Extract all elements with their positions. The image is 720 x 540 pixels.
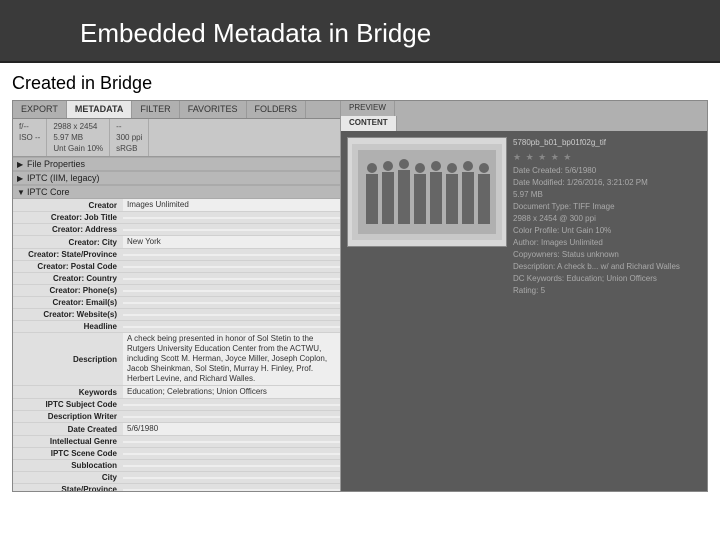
label-state2: State/Province xyxy=(13,484,123,491)
preview-dims: 2988 x 2454 @ 300 ppi xyxy=(513,213,701,225)
label-city2: City xyxy=(13,472,123,483)
label-postal: Creator: Postal Code xyxy=(13,261,123,272)
value-datecreated[interactable]: 5/6/1980 xyxy=(123,423,340,435)
preview-filesize: 5.97 MB xyxy=(513,189,701,201)
preview-copyowners: Copyowners: Status unknown xyxy=(513,249,701,261)
value-city[interactable]: New York xyxy=(123,236,340,248)
right-tabs: PREVIEW xyxy=(341,101,707,116)
chevron-right-icon: ▶ xyxy=(17,160,27,169)
preview-modified: Date Modified: 1/26/2016, 3:21:02 PM xyxy=(513,177,701,189)
value-scenecode[interactable] xyxy=(123,453,340,455)
preview-colorprofile: Color Profile: Unt Gain 10% xyxy=(513,225,701,237)
right-panel: PREVIEW CONTENT xyxy=(341,101,707,491)
left-tabs: EXPORT METADATA FILTER FAVORITES FOLDERS xyxy=(13,101,340,119)
label-address: Creator: Address xyxy=(13,224,123,235)
metadata-scroll[interactable]: ▶File Properties ▶IPTC (IIM, legacy) ▼IP… xyxy=(13,157,340,491)
bridge-app: EXPORT METADATA FILTER FAVORITES FOLDERS… xyxy=(12,100,708,492)
slide-title: Embedded Metadata in Bridge xyxy=(80,18,720,49)
label-phone: Creator: Phone(s) xyxy=(13,285,123,296)
preview-area: 5780pb_b01_bp01f02g_tif ★ ★ ★ ★ ★ Date C… xyxy=(341,131,707,303)
info-dim: 2988 x 2454 xyxy=(53,121,103,132)
section-iptc-core[interactable]: ▼IPTC Core xyxy=(13,185,340,199)
preview-dckeywords: DC Keywords: Education; Union Officers xyxy=(513,273,701,285)
photo-icon xyxy=(352,144,502,240)
value-state[interactable] xyxy=(123,254,340,256)
tab-filter[interactable]: FILTER xyxy=(132,101,179,118)
value-subloc[interactable] xyxy=(123,465,340,467)
value-country[interactable] xyxy=(123,278,340,280)
tab-favorites[interactable]: FAVORITES xyxy=(180,101,247,118)
tab-preview[interactable]: PREVIEW xyxy=(341,101,395,116)
preview-rating: Rating: 5 xyxy=(513,285,701,297)
info-bar: f/-- ISO -- 2988 x 2454 5.97 MB Unt Gain… xyxy=(13,119,340,157)
info-profile: sRGB xyxy=(116,143,142,154)
value-web[interactable] xyxy=(123,314,340,316)
preview-doctype: Document Type: TIFF Image xyxy=(513,201,701,213)
label-web: Creator: Website(s) xyxy=(13,309,123,320)
value-city2[interactable] xyxy=(123,477,340,479)
slide-subtitle: Created in Bridge xyxy=(0,63,720,100)
rating-stars[interactable]: ★ ★ ★ ★ ★ xyxy=(513,151,701,163)
label-subloc: Sublocation xyxy=(13,460,123,471)
value-description[interactable]: A check being presented in honor of Sol … xyxy=(123,333,340,385)
info-fstop: f/-- xyxy=(19,121,40,132)
label-intgenre: Intellectual Genre xyxy=(13,436,123,447)
preview-description: Description: A check b... w/ and Richard… xyxy=(513,261,701,273)
value-intgenre[interactable] xyxy=(123,441,340,443)
chevron-right-icon: ▶ xyxy=(17,174,27,183)
value-creator[interactable]: Images Unlimited xyxy=(123,199,340,211)
section-iptc-legacy[interactable]: ▶IPTC (IIM, legacy) xyxy=(13,171,340,185)
right-tabs-2: CONTENT xyxy=(341,116,707,131)
value-address[interactable] xyxy=(123,229,340,231)
info-dpi: 300 ppi xyxy=(116,132,142,143)
preview-author: Author: Images Unlimited xyxy=(513,237,701,249)
info-size: 5.97 MB xyxy=(53,132,103,143)
left-panel: EXPORT METADATA FILTER FAVORITES FOLDERS… xyxy=(13,101,341,491)
value-email[interactable] xyxy=(123,302,340,304)
content-bg xyxy=(341,303,707,491)
label-creator: Creator xyxy=(13,200,123,211)
value-descwriter[interactable] xyxy=(123,416,340,418)
label-scenecode: IPTC Scene Code xyxy=(13,448,123,459)
iptc-core-rows: CreatorImages Unlimited Creator: Job Tit… xyxy=(13,199,340,491)
preview-filename: 5780pb_b01_bp01f02g_tif xyxy=(513,137,701,149)
value-subjcode[interactable] xyxy=(123,404,340,406)
preview-info: 5780pb_b01_bp01f02g_tif ★ ★ ★ ★ ★ Date C… xyxy=(513,137,701,297)
tab-export[interactable]: EXPORT xyxy=(13,101,67,118)
tab-metadata[interactable]: METADATA xyxy=(67,101,133,118)
value-keywords[interactable]: Education; Celebrations; Union Officers xyxy=(123,386,340,398)
info-gain: Unt Gain 10% xyxy=(53,143,103,154)
tab-folders[interactable]: FOLDERS xyxy=(247,101,307,118)
chevron-down-icon: ▼ xyxy=(17,188,27,197)
section-fileprops[interactable]: ▶File Properties xyxy=(13,157,340,171)
tab-content[interactable]: CONTENT xyxy=(341,116,397,131)
thumbnail[interactable] xyxy=(347,137,507,247)
value-phone[interactable] xyxy=(123,290,340,292)
label-keywords: Keywords xyxy=(13,387,123,398)
label-jobtitle: Creator: Job Title xyxy=(13,212,123,223)
label-email: Creator: Email(s) xyxy=(13,297,123,308)
label-state: Creator: State/Province xyxy=(13,249,123,260)
label-headline: Headline xyxy=(13,321,123,332)
label-subjcode: IPTC Subject Code xyxy=(13,399,123,410)
value-headline[interactable] xyxy=(123,326,340,328)
label-descwriter: Description Writer xyxy=(13,411,123,422)
label-city: Creator: City xyxy=(13,237,123,248)
label-datecreated: Date Created xyxy=(13,424,123,435)
slide-header: Embedded Metadata in Bridge xyxy=(0,0,720,63)
value-jobtitle[interactable] xyxy=(123,217,340,219)
preview-created: Date Created: 5/6/1980 xyxy=(513,165,701,177)
value-state2[interactable] xyxy=(123,489,340,491)
info-iso: ISO -- xyxy=(19,132,40,143)
label-description: Description xyxy=(13,354,123,365)
value-postal[interactable] xyxy=(123,266,340,268)
label-country: Creator: Country xyxy=(13,273,123,284)
